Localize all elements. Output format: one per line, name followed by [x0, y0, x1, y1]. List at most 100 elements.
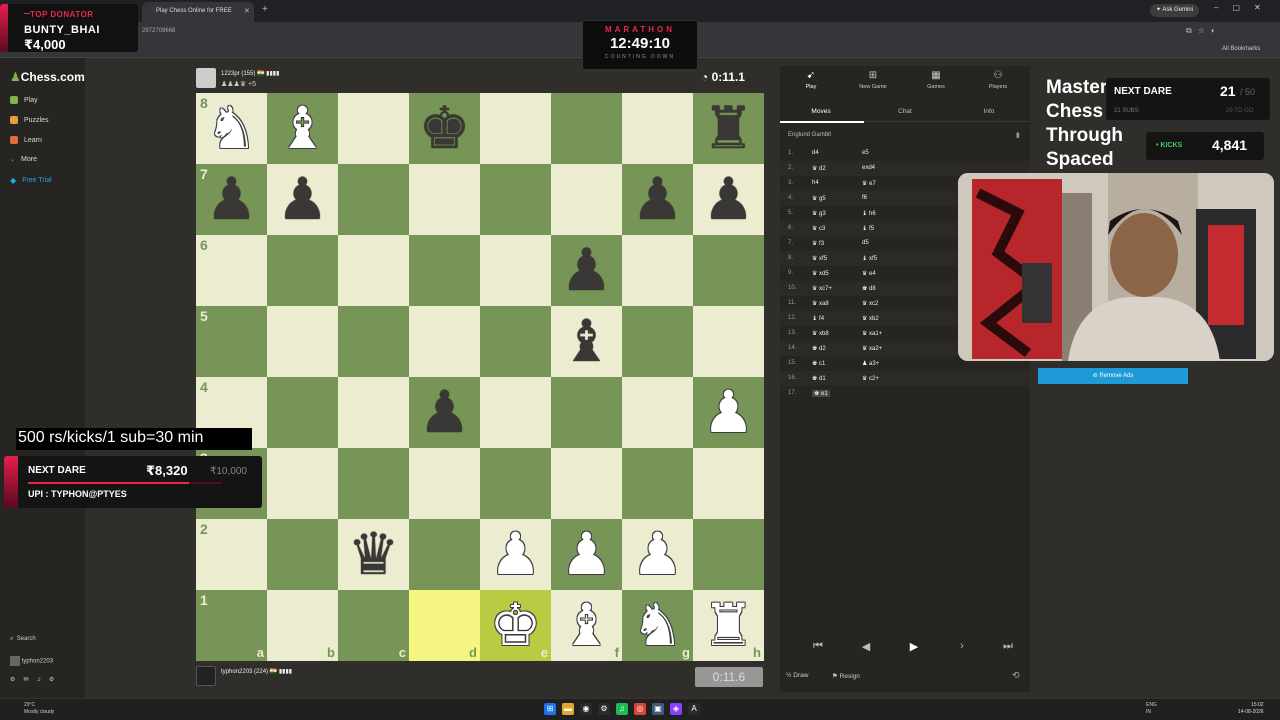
white-move[interactable]: ♛ f3 — [812, 240, 824, 247]
chrome-icon[interactable]: ◎ — [634, 703, 646, 715]
browser-tab[interactable]: Play Chess Online for FREE — [142, 2, 254, 22]
black-move[interactable]: ♝ f5 — [862, 225, 874, 232]
black-piece[interactable]: ♛ — [338, 519, 409, 590]
square-c1[interactable]: c — [338, 590, 409, 661]
square-h7[interactable]: ♟ — [693, 164, 764, 235]
white-piece[interactable]: ♟ — [551, 519, 622, 590]
square-d2[interactable] — [409, 519, 480, 590]
square-a2[interactable]: 2 — [196, 519, 267, 590]
last-move-button[interactable]: ⏭ — [988, 640, 1028, 662]
ask-gemini-button[interactable]: ✦ Ask Gemini — [1150, 4, 1200, 17]
steam-icon[interactable]: ◉ — [580, 703, 592, 715]
black-piece[interactable]: ♟ — [267, 164, 338, 235]
white-move[interactable]: ♛ xc7+ — [812, 285, 832, 292]
square-d8[interactable]: ♚ — [409, 93, 480, 164]
settings-icon[interactable]: ⚙ — [598, 703, 610, 715]
square-h8[interactable]: ♜ — [693, 93, 764, 164]
square-g1[interactable]: g ♞ — [622, 590, 693, 661]
white-piece[interactable]: ♝ — [551, 590, 622, 661]
square-e1[interactable]: e ♚ — [480, 590, 551, 661]
square-f7[interactable] — [551, 164, 622, 235]
black-piece[interactable]: ♟ — [622, 164, 693, 235]
sidebar-item-learn[interactable]: Learn — [10, 136, 42, 144]
square-c5[interactable] — [338, 306, 409, 377]
white-move[interactable]: ♛ xa8 — [812, 300, 829, 307]
square-h3[interactable] — [693, 448, 764, 519]
square-f6[interactable]: ♟ — [551, 235, 622, 306]
square-d5[interactable] — [409, 306, 480, 377]
square-e8[interactable] — [480, 93, 551, 164]
player-name[interactable]: typhon2203 (224) 🇮🇳 ▮▮▮▮ — [221, 668, 292, 675]
black-piece[interactable]: ♟ — [551, 235, 622, 306]
weather-widget[interactable]: 29°C Mostly cloudy — [24, 702, 54, 716]
white-move[interactable]: ♛ c3 — [812, 225, 825, 232]
remove-ads-button[interactable]: ⊘ Remove Ads — [1038, 368, 1188, 384]
square-a5[interactable]: 5 — [196, 306, 267, 377]
tab-games[interactable]: ▦ Games — [905, 70, 967, 90]
square-a1[interactable]: 1a — [196, 590, 267, 661]
white-piece[interactable]: ♟ — [480, 519, 551, 590]
next-move-button[interactable]: › — [942, 640, 982, 662]
white-move[interactable]: ♚ d2 — [812, 345, 826, 352]
black-move[interactable]: ♛ xa1+ — [862, 330, 882, 337]
white-move[interactable]: ♛ xd5 — [812, 270, 829, 277]
discord-icon[interactable]: ◈ — [670, 703, 682, 715]
tab-players[interactable]: ⚇ Players — [967, 70, 1029, 90]
black-move[interactable]: ♛ e7 — [862, 180, 876, 187]
black-move[interactable]: ♛ xb2 — [862, 315, 879, 322]
square-e5[interactable] — [480, 306, 551, 377]
square-e3[interactable] — [480, 448, 551, 519]
white-move[interactable]: d4 — [812, 150, 819, 156]
sidebar-user[interactable]: typhon2203 — [10, 656, 53, 666]
square-g7[interactable]: ♟ — [622, 164, 693, 235]
tab-new-game[interactable]: ⊞ New Game — [842, 70, 904, 90]
black-move[interactable]: ♝ xf5 — [862, 255, 877, 262]
square-d4[interactable]: ♟ — [409, 377, 480, 448]
square-g5[interactable] — [622, 306, 693, 377]
square-b1[interactable]: b — [267, 590, 338, 661]
black-move[interactable]: ♛ xc2 — [862, 300, 878, 307]
draw-button[interactable]: ½ Draw — [786, 672, 808, 679]
square-d7[interactable] — [409, 164, 480, 235]
folder-icon[interactable]: ▬ — [562, 703, 574, 715]
square-b8[interactable]: ♝ — [267, 93, 338, 164]
white-move[interactable]: ♛ xb8 — [812, 330, 829, 337]
flip-board-icon[interactable]: ⟲ — [1012, 670, 1020, 681]
square-c7[interactable] — [338, 164, 409, 235]
square-a6[interactable]: 6 — [196, 235, 267, 306]
square-f1[interactable]: f ♝ — [551, 590, 622, 661]
black-move[interactable]: f6 — [862, 195, 867, 201]
sidebar-footer-icons[interactable]: ⚙✉♫⚙ — [10, 676, 62, 683]
white-piece[interactable]: ♞ — [622, 590, 693, 661]
black-move[interactable]: ♛ e4 — [862, 270, 876, 277]
square-e7[interactable] — [480, 164, 551, 235]
white-piece[interactable]: ♝ — [267, 93, 338, 164]
square-e2[interactable]: ♟ — [480, 519, 551, 590]
square-b2[interactable] — [267, 519, 338, 590]
black-piece[interactable]: ♜ — [693, 93, 764, 164]
spotify-icon[interactable]: ♫ — [616, 703, 628, 715]
book-icon[interactable]: ▮ — [1016, 131, 1020, 139]
all-bookmarks[interactable]: All Bookmarks — [1222, 46, 1260, 52]
white-move[interactable]: ♝ f4 — [812, 315, 824, 322]
square-h2[interactable] — [693, 519, 764, 590]
white-move[interactable]: h4 — [812, 180, 819, 186]
square-c6[interactable] — [338, 235, 409, 306]
white-piece[interactable]: ♚ — [480, 590, 551, 661]
prev-move-button[interactable]: ◀ — [846, 640, 886, 662]
white-piece[interactable]: ♞ — [196, 93, 267, 164]
square-f3[interactable] — [551, 448, 622, 519]
black-move[interactable]: ♛ xa2+ — [862, 345, 882, 352]
subtab-moves[interactable]: Moves — [780, 108, 862, 115]
tray-clock[interactable]: 15:02 14-08-2026 — [1238, 702, 1264, 716]
black-move[interactable]: ♝ h6 — [862, 210, 876, 217]
square-c3[interactable] — [338, 448, 409, 519]
app-icon[interactable]: A — [688, 703, 700, 715]
square-c2[interactable]: ♛ — [338, 519, 409, 590]
white-move[interactable]: ♛ d2 — [812, 165, 826, 172]
square-b3[interactable] — [267, 448, 338, 519]
square-e4[interactable] — [480, 377, 551, 448]
black-move[interactable]: d5 — [862, 240, 869, 246]
tab-play[interactable]: ➹ Play — [780, 70, 842, 90]
square-g8[interactable] — [622, 93, 693, 164]
